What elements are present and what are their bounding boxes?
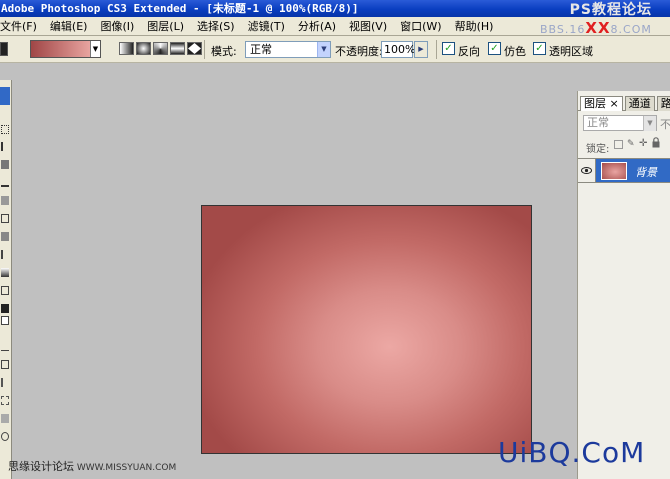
menu-image[interactable]: 图像(I)	[94, 17, 141, 36]
tab-layers[interactable]: 图层 ×	[580, 96, 623, 111]
shape-tool-icon[interactable]	[1, 396, 9, 405]
blend-mode-select[interactable]: 正常 ▼	[583, 115, 657, 131]
watermark-site-url: WWW.MISSYUAN.COM	[76, 463, 177, 473]
separator	[204, 40, 205, 59]
lock-transparent-icon[interactable]	[614, 140, 623, 149]
reflected-gradient-icon[interactable]	[170, 42, 185, 55]
background-color-icon[interactable]	[1, 316, 9, 325]
menu-filter[interactable]: 滤镜(T)	[242, 17, 292, 36]
menu-help[interactable]: 帮助(H)	[449, 17, 501, 36]
type-tool-icon[interactable]	[1, 360, 9, 369]
lock-image-icon[interactable]: ✎	[627, 139, 635, 149]
zoom-tool-icon[interactable]	[1, 432, 9, 441]
tab-paths[interactable]: 路	[656, 96, 670, 111]
lock-all-icon[interactable]	[652, 137, 660, 148]
slice-tool-icon[interactable]	[1, 178, 9, 187]
watermark-url-red: XX	[585, 19, 611, 37]
separator	[436, 40, 437, 59]
mode-select-value: 正常	[250, 43, 272, 56]
dodge-tool-icon[interactable]	[1, 286, 9, 295]
chevron-down-icon[interactable]: ▼	[643, 116, 656, 131]
watermark-url-end: 8.COM	[610, 23, 652, 36]
opacity-label: 不透明度:	[335, 45, 383, 58]
title-bar: Adobe Photoshop CS3 Extended - [未标题-1 @ …	[0, 0, 670, 17]
watermark-top-right: PS教程论坛	[569, 2, 652, 17]
path-select-tool-icon[interactable]	[1, 378, 9, 387]
pen-tool-icon[interactable]	[1, 342, 9, 351]
dither-checkbox[interactable]: ✓	[488, 42, 501, 55]
close-icon[interactable]: ×	[610, 97, 619, 110]
tool-preset-picker[interactable]	[0, 42, 8, 56]
menu-window[interactable]: 窗口(W)	[394, 17, 448, 36]
gradient-swatch[interactable]	[31, 41, 91, 57]
options-bar: ▼ 模式: 正常 ▼ 不透明度: 100% ▶ ✓ 反向 ✓ 仿色 ✓ 透明区域	[0, 36, 670, 63]
history-brush-icon[interactable]	[1, 232, 9, 241]
reverse-checkbox[interactable]: ✓	[442, 42, 455, 55]
hand-tool-icon[interactable]	[1, 414, 9, 423]
dropdown-arrow-icon[interactable]: ▼	[91, 41, 100, 57]
opacity-slider-button[interactable]: ▶	[414, 41, 428, 58]
lasso-tool-icon[interactable]	[1, 142, 9, 151]
panel-tabs: 图层 × 通道 路	[578, 96, 670, 111]
toolbox	[0, 80, 12, 479]
watermark-site-name: 思缘设计论坛	[8, 460, 74, 473]
watermark-url-start: BBS.16	[540, 23, 586, 36]
lock-label: 锁定:	[586, 144, 610, 155]
gradient-tool-icon[interactable]	[1, 268, 9, 277]
visibility-toggle[interactable]	[578, 159, 596, 182]
layer-row[interactable]: 背景	[578, 158, 670, 183]
watermark-top-url: BBS.16XX8.COM	[540, 19, 652, 37]
layer-opacity-label: 不	[660, 118, 670, 131]
document-canvas[interactable]	[201, 205, 532, 454]
eye-icon	[581, 167, 592, 174]
tab-channels[interactable]: 通道	[624, 96, 655, 111]
mode-label: 模式:	[211, 45, 237, 58]
menu-view[interactable]: 视图(V)	[343, 17, 394, 36]
mode-select[interactable]: 正常 ▼	[245, 41, 331, 58]
transparency-label: 透明区域	[549, 45, 593, 58]
watermark-bottom-right: UiBQ.CoM	[498, 436, 646, 469]
eraser-tool-icon[interactable]	[1, 250, 9, 259]
opacity-input[interactable]: 100%	[381, 41, 415, 58]
linear-gradient-icon[interactable]	[119, 42, 134, 55]
lock-position-icon[interactable]: ✛	[639, 138, 647, 149]
transparency-checkbox[interactable]: ✓	[533, 42, 546, 55]
foreground-color-icon[interactable]	[1, 304, 9, 313]
crop-tool-icon[interactable]	[1, 160, 9, 169]
menu-file[interactable]: 文件(F)	[0, 17, 44, 36]
angle-gradient-icon[interactable]	[153, 42, 168, 55]
brush-tool-icon[interactable]	[1, 196, 9, 205]
tab-layers-label: 图层	[584, 97, 606, 110]
window-title: Adobe Photoshop CS3 Extended - [未标题-1 @ …	[1, 2, 359, 15]
marquee-tool-icon[interactable]	[1, 125, 9, 134]
radial-gradient-icon[interactable]	[136, 42, 151, 55]
menu-layer[interactable]: 图层(L)	[141, 17, 191, 36]
stamp-tool-icon[interactable]	[1, 214, 9, 223]
menu-select[interactable]: 选择(S)	[191, 17, 242, 36]
blend-mode-value: 正常	[587, 116, 609, 129]
layer-thumbnail	[601, 162, 627, 180]
gradient-picker[interactable]: ▼	[30, 40, 101, 58]
layer-name: 背景	[635, 166, 657, 179]
chevron-down-icon[interactable]: ▼	[317, 42, 330, 57]
menu-edit[interactable]: 编辑(E)	[44, 17, 95, 36]
dither-label: 仿色	[504, 45, 526, 58]
reverse-label: 反向	[458, 45, 480, 58]
toolbox-header[interactable]	[0, 87, 10, 105]
menu-analysis[interactable]: 分析(A)	[292, 17, 343, 36]
diamond-gradient-icon[interactable]	[187, 42, 202, 55]
layers-panel: 图层 × 通道 路 正常 ▼ 不 锁定: ✎ ✛ 背景	[577, 91, 670, 479]
watermark-bottom-left: 思缘设计论坛 WWW.MISSYUAN.COM	[8, 458, 176, 474]
